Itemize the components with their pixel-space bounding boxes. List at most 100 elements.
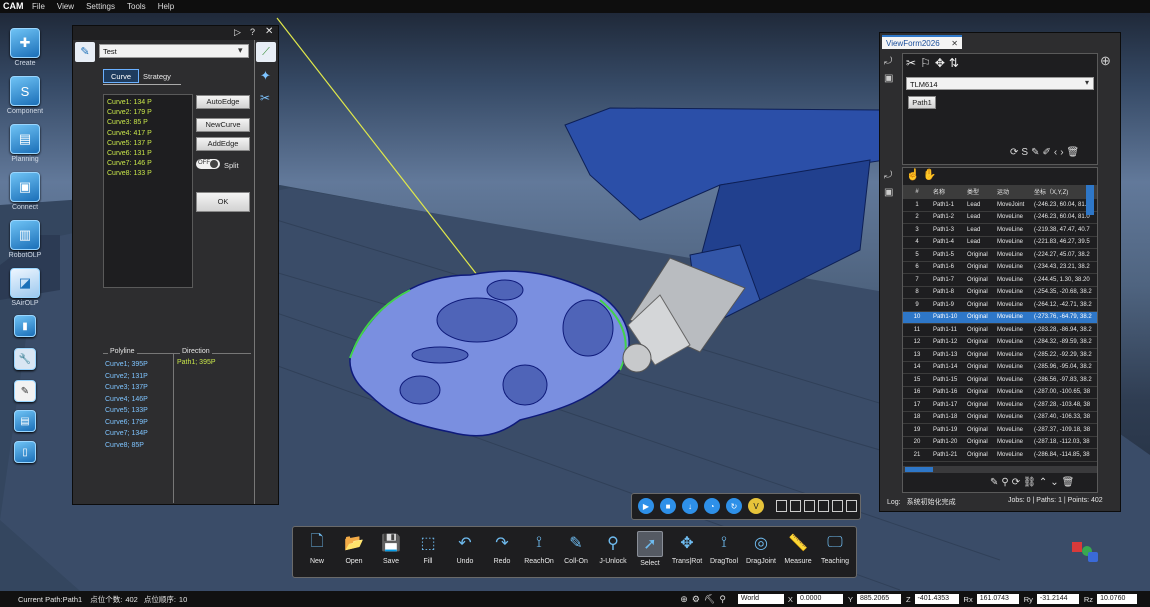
table-vscrollbar[interactable] [1086, 185, 1094, 215]
table-hscrollbar[interactable] [903, 466, 1097, 473]
direction-list[interactable]: Path1; 395P [177, 359, 216, 366]
autoedge-button[interactable]: AutoEdge [196, 95, 250, 109]
ok-button[interactable]: OK [196, 192, 250, 212]
list-item[interactable]: Curve7: 146 P [107, 159, 152, 169]
table-row[interactable]: 8 Path1-8 Original MoveLine (-254.35, -20.68… [903, 286, 1097, 299]
sort-icon[interactable]: ⇅ [949, 56, 963, 70]
toolbar-open-button[interactable]: 📂 Open [336, 531, 372, 567]
window-icon-2[interactable]: ▣ [884, 187, 893, 198]
tool-actions-row[interactable]: ✂⚐✥⇅ [906, 56, 963, 70]
menu-view[interactable]: View [51, 0, 80, 13]
close-icon[interactable]: ✕ [265, 26, 273, 37]
table-row[interactable]: 12 Path1-12 Original MoveLine (-284.32, -89.… [903, 336, 1097, 349]
toolbar-button-11[interactable]: ▯ [6, 441, 44, 463]
dataset-dropdown[interactable]: Test ▾ [99, 44, 249, 58]
gizmo-icon[interactable]: ⊕ [680, 594, 692, 604]
coord-ry-value[interactable]: -31.2144 [1036, 594, 1079, 604]
table-row[interactable]: 13 Path1-13 Original MoveLine (-285.22, -92.… [903, 348, 1097, 362]
col-index[interactable]: # [903, 185, 931, 199]
verify-icon[interactable]: V [748, 498, 764, 514]
table-row[interactable]: 18 Path1-18 Original MoveLine (-287.40, -106… [903, 411, 1097, 424]
frame-select[interactable]: World [737, 594, 784, 604]
coord-y-value[interactable]: 885.2065 [856, 594, 901, 604]
toolbar-dragjoint-button[interactable]: ◎ DragJoint [743, 531, 779, 567]
menu-settings[interactable]: Settings [80, 0, 121, 13]
table-row[interactable]: 2 Path1-2 Lead MoveLine (-246.23, 60.04, 81.… [903, 211, 1097, 224]
toolbar-measure-button[interactable]: 📏 Measure [780, 531, 816, 567]
play-panel-icon[interactable]: ▷ [234, 27, 241, 38]
list-item[interactable]: Curve3: 85 P [107, 118, 152, 128]
axis-gizmo[interactable] [1068, 536, 1108, 576]
col-name[interactable]: 名称 [931, 185, 965, 199]
tab-strategy[interactable]: Strategy [143, 72, 171, 81]
toolbar-fill-button[interactable]: ⬚ Fill [410, 531, 446, 567]
table-row[interactable]: 11 Path1-11 Original MoveLine (-283.28, -86.… [903, 323, 1097, 337]
toolbar-button-7[interactable]: ▮ [6, 315, 44, 337]
chain-icon[interactable]: ⛓ [1023, 477, 1039, 488]
link-icon[interactable]: ⤾ [884, 56, 892, 67]
robot-icon[interactable]: ⚙ [692, 594, 704, 604]
table-row[interactable]: 4 Path1-4 Lead MoveLine (-221.83, 46.27, 39.… [903, 236, 1097, 249]
play-icon[interactable]: ▶ [638, 498, 654, 514]
link-icon[interactable]: ⚲ [719, 594, 730, 604]
table-row[interactable]: 17 Path1-17 Original MoveLine (-287.28, -103… [903, 398, 1097, 412]
list-item[interactable]: Curve2; 131P [105, 371, 148, 383]
menu-help[interactable]: Help [152, 0, 180, 13]
scissors-icon[interactable]: ✂ [906, 56, 920, 70]
refresh-icon[interactable]: ⟳ [1010, 147, 1021, 158]
toolbar-robot-olp[interactable]: ▥ RobotOLP [6, 220, 44, 259]
list-item[interactable]: Curve7; 134P [105, 428, 148, 440]
list-item[interactable]: Curve8: 133 P [107, 169, 152, 179]
table-row[interactable]: 10 Path1-10 Original MoveLine (-273.76, -64.… [903, 311, 1097, 324]
menu-tools[interactable]: Tools [121, 0, 152, 13]
view-box-3[interactable] [804, 500, 815, 512]
link-icon[interactable]: ⚲ [1001, 477, 1011, 488]
coord-x-value[interactable]: 0.0000 [796, 594, 843, 604]
list-item[interactable]: Curve1; 395P [105, 359, 148, 371]
axis-z-handle[interactable] [1088, 552, 1098, 562]
toolbar-component[interactable]: S Component [6, 76, 44, 115]
table-row[interactable]: 16 Path1-16 Original MoveLine (-287.00, -100… [903, 386, 1097, 399]
col-motion[interactable]: 运动 [995, 185, 1032, 199]
link-icon-2[interactable]: ⤾ [884, 170, 892, 181]
table-row[interactable]: 9 Path1-9 Original MoveLine (-264.12, -42.71… [903, 298, 1097, 312]
note-icon[interactable]: ✐ [1042, 147, 1053, 158]
split-toggle[interactable]: OFF [196, 159, 220, 169]
hand-point-icon[interactable]: ☝ [906, 169, 923, 181]
list-item[interactable]: Path1; 395P [177, 359, 216, 366]
toolbar-select-button[interactable]: ➚ Select [632, 531, 668, 567]
move-icon[interactable]: ✥ [935, 56, 949, 70]
coord-rx-value[interactable]: 161.0743 [976, 594, 1019, 604]
toolbar-create[interactable]: ✚ Create [6, 28, 44, 67]
toolbar-teaching-button[interactable]: 🖵 Teaching [817, 531, 853, 567]
toolbar-trans-rot-button[interactable]: ✥ Trans|Rot [669, 531, 705, 567]
toolbar-j-unlock-button[interactable]: ⚲ J-Unlock [595, 531, 631, 567]
loop-icon[interactable]: ↻ [726, 498, 742, 514]
point-table[interactable]: # 名称 类型 运动 坐标（X,Y,Z) 1 Path1-1 Lead MoveJoi… [903, 185, 1097, 462]
viewform-tab[interactable]: ViewForm2026 ✕ [882, 35, 962, 49]
list-item[interactable]: Curve6: 131 P [107, 149, 152, 159]
toolbar-planning[interactable]: ▤ Planning [6, 124, 44, 163]
status-tools[interactable]: ⊕⚙⛏⚲ [680, 594, 730, 605]
list-item[interactable]: Curve1: 134 P [107, 98, 152, 108]
view-box-1[interactable] [776, 500, 787, 512]
list-item[interactable]: Curve2: 179 P [107, 108, 152, 118]
list-item[interactable]: Curve4; 146P [105, 394, 148, 406]
menu-file[interactable]: File [26, 0, 51, 13]
table-row[interactable]: 15 Path1-15 Original MoveLine (-286.56, -97.… [903, 373, 1097, 387]
toolbar-coll-on-button[interactable]: ✎ Coll-On [558, 531, 594, 567]
trash-icon[interactable]: 🗑 [1062, 477, 1078, 488]
edit-icon[interactable]: ✎ [990, 477, 1001, 488]
step-icon[interactable]: ↓ [682, 498, 698, 514]
view-box-6[interactable] [846, 500, 857, 512]
table-row[interactable]: 5 Path1-5 Original MoveLine (-224.27, 45.07,… [903, 248, 1097, 262]
table-row[interactable]: 20 Path1-20 Original MoveLine (-287.18, -112… [903, 436, 1097, 449]
path1-button[interactable]: Path1 [908, 96, 936, 109]
speed-icon[interactable]: ◔ [704, 498, 720, 514]
edit-icon[interactable]: ✎ [1031, 147, 1042, 158]
tab-curve[interactable]: Curve [103, 69, 139, 83]
tool-icon[interactable]: ⛏ [704, 594, 719, 604]
toolbar-reachon-button[interactable]: ⟟ ReachOn [521, 531, 557, 567]
axis-x-handle[interactable] [1072, 542, 1082, 552]
s-curve-icon[interactable]: S [1021, 147, 1031, 158]
